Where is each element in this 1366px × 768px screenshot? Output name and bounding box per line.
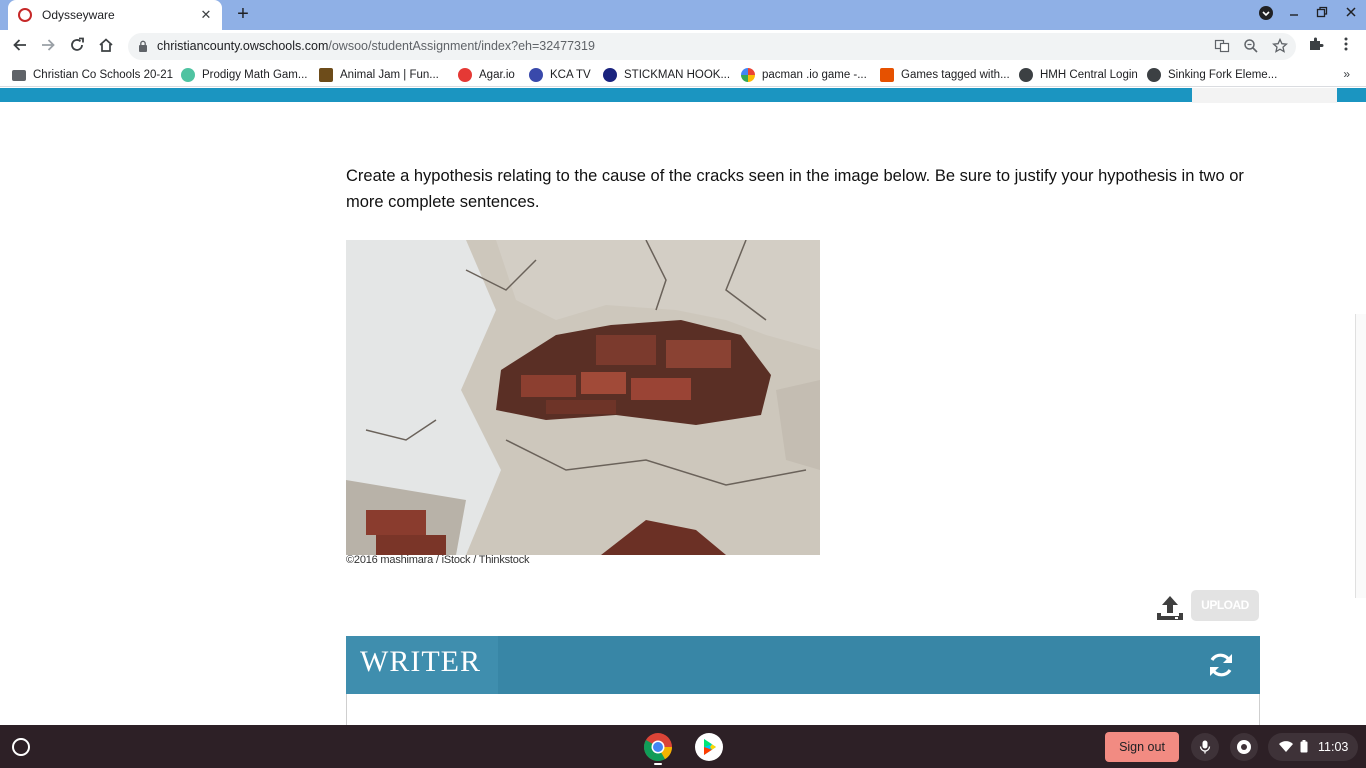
browser-menu-icon[interactable] [1336,36,1356,56]
reload-icon[interactable] [67,36,87,56]
upload-button[interactable]: UPLOAD [1191,590,1259,621]
url-text: christiancounty.owschools.com/owsoo/stud… [157,39,595,53]
back-arrow-icon[interactable] [10,36,30,56]
home-icon[interactable] [96,36,116,56]
chrome-app-icon[interactable] [643,732,673,762]
translate-icon[interactable] [1213,38,1231,56]
bookmark-label: HMH Central Login [1040,69,1138,81]
bookmark-star-icon[interactable] [1271,37,1289,56]
battery-icon [1300,740,1308,753]
screen: Odysseyware ✕ + christiancounty.owschool… [0,0,1366,768]
folder-icon [12,69,26,81]
page-scrollbar[interactable] [1355,314,1366,598]
more-bookmarks-chevron-icon[interactable]: » [1343,67,1350,81]
bookmark-label: Animal Jam | Fun... [340,69,439,81]
tab-search-icon[interactable] [1257,5,1275,25]
url-host: christiancounty.owschools.com [157,39,329,53]
play-store-icon[interactable] [694,732,724,762]
image-credit: ©2016 mashimara / iStock / Thinkstock [346,554,530,566]
tab-title: Odysseyware [42,8,115,22]
address-bar[interactable]: christiancounty.owschools.com/owsoo/stud… [128,33,1296,60]
globe-icon [1147,68,1161,82]
bookmarks-bar: Christian Co Schools 20-21 Prodigy Math … [0,63,1366,87]
bookmark-sinking-fork[interactable]: Sinking Fork Eleme... [1147,67,1277,83]
lock-icon [139,40,147,52]
bookmark-animal-jam[interactable]: Animal Jam | Fun... [319,67,439,83]
header-tab[interactable] [1192,88,1337,103]
refresh-icon[interactable] [1206,650,1236,680]
bookmark-label: pacman .io game -... [762,69,867,81]
upload-icon[interactable] [1155,594,1185,622]
close-window-icon[interactable] [1342,5,1360,25]
agar-icon [458,68,472,82]
bookmark-christian-co-schools[interactable]: Christian Co Schools 20-21 [12,67,173,83]
restore-window-icon[interactable] [1313,5,1331,25]
bookmark-prodigy[interactable]: Prodigy Math Gam... [181,67,307,83]
bookmark-agar[interactable]: Agar.io [458,67,515,83]
google-icon [741,68,755,82]
bookmark-games-tagged[interactable]: Games tagged with... [880,67,1010,83]
prodigy-icon [181,68,195,82]
tab-close-icon[interactable]: ✕ [198,7,214,23]
bookmark-label: STICKMAN HOOK... [624,69,731,81]
writer-text-editor[interactable] [346,694,1260,725]
browser-tab-odysseyware[interactable]: Odysseyware ✕ [8,0,222,30]
bookmark-kca-tv[interactable]: KCA TV [529,67,591,83]
clock: 11:03 [1318,740,1349,754]
wifi-icon [1279,741,1293,752]
kca-icon [529,68,543,82]
os-shelf: Sign out 11:03 [0,725,1366,768]
forward-arrow-icon[interactable] [38,36,58,56]
browser-toolbar: christiancounty.owschools.com/owsoo/stud… [0,30,1366,63]
new-tab-button[interactable]: + [232,4,254,26]
bookmark-label: Games tagged with... [901,69,1010,81]
microphone-icon[interactable] [1191,733,1219,761]
globe-icon [1019,68,1033,82]
writer-header: WRITER [346,636,1260,694]
writer-title: WRITER [360,645,481,678]
itch-icon [880,68,894,82]
stickman-icon [603,68,617,82]
site-header-bar [0,88,1366,102]
active-app-indicator [654,763,662,765]
odysseyware-favicon-icon [18,8,32,22]
browser-tab-strip: Odysseyware ✕ + [0,0,1366,30]
launcher-circle-icon[interactable] [12,738,30,756]
minimize-window-icon[interactable] [1285,5,1303,25]
bookmark-label: Agar.io [479,69,515,81]
accessibility-icon[interactable] [1230,733,1258,761]
sign-out-button[interactable]: Sign out [1105,732,1179,762]
assignment-prompt: Create a hypothesis relating to the caus… [346,167,1244,211]
writer-title-box: WRITER [346,636,498,694]
bookmark-hmh-central[interactable]: HMH Central Login [1019,67,1138,83]
extensions-puzzle-icon[interactable] [1306,36,1326,56]
bookmark-label: Christian Co Schools 20-21 [33,69,173,81]
assignment-page: Create a hypothesis relating to the caus… [0,88,1366,725]
bookmark-stickman-hook[interactable]: STICKMAN HOOK... [603,67,730,83]
bookmark-pacman[interactable]: pacman .io game -... [741,67,867,83]
bookmark-label: Prodigy Math Gam... [202,69,308,81]
zoom-icon[interactable] [1242,38,1260,56]
cracked-wall-image [346,240,820,555]
url-path: /owsoo/studentAssignment/index?eh=324773… [328,39,595,53]
paw-icon [319,68,333,82]
bookmark-label: KCA TV [550,69,591,81]
bookmark-label: Sinking Fork Eleme... [1168,69,1278,81]
